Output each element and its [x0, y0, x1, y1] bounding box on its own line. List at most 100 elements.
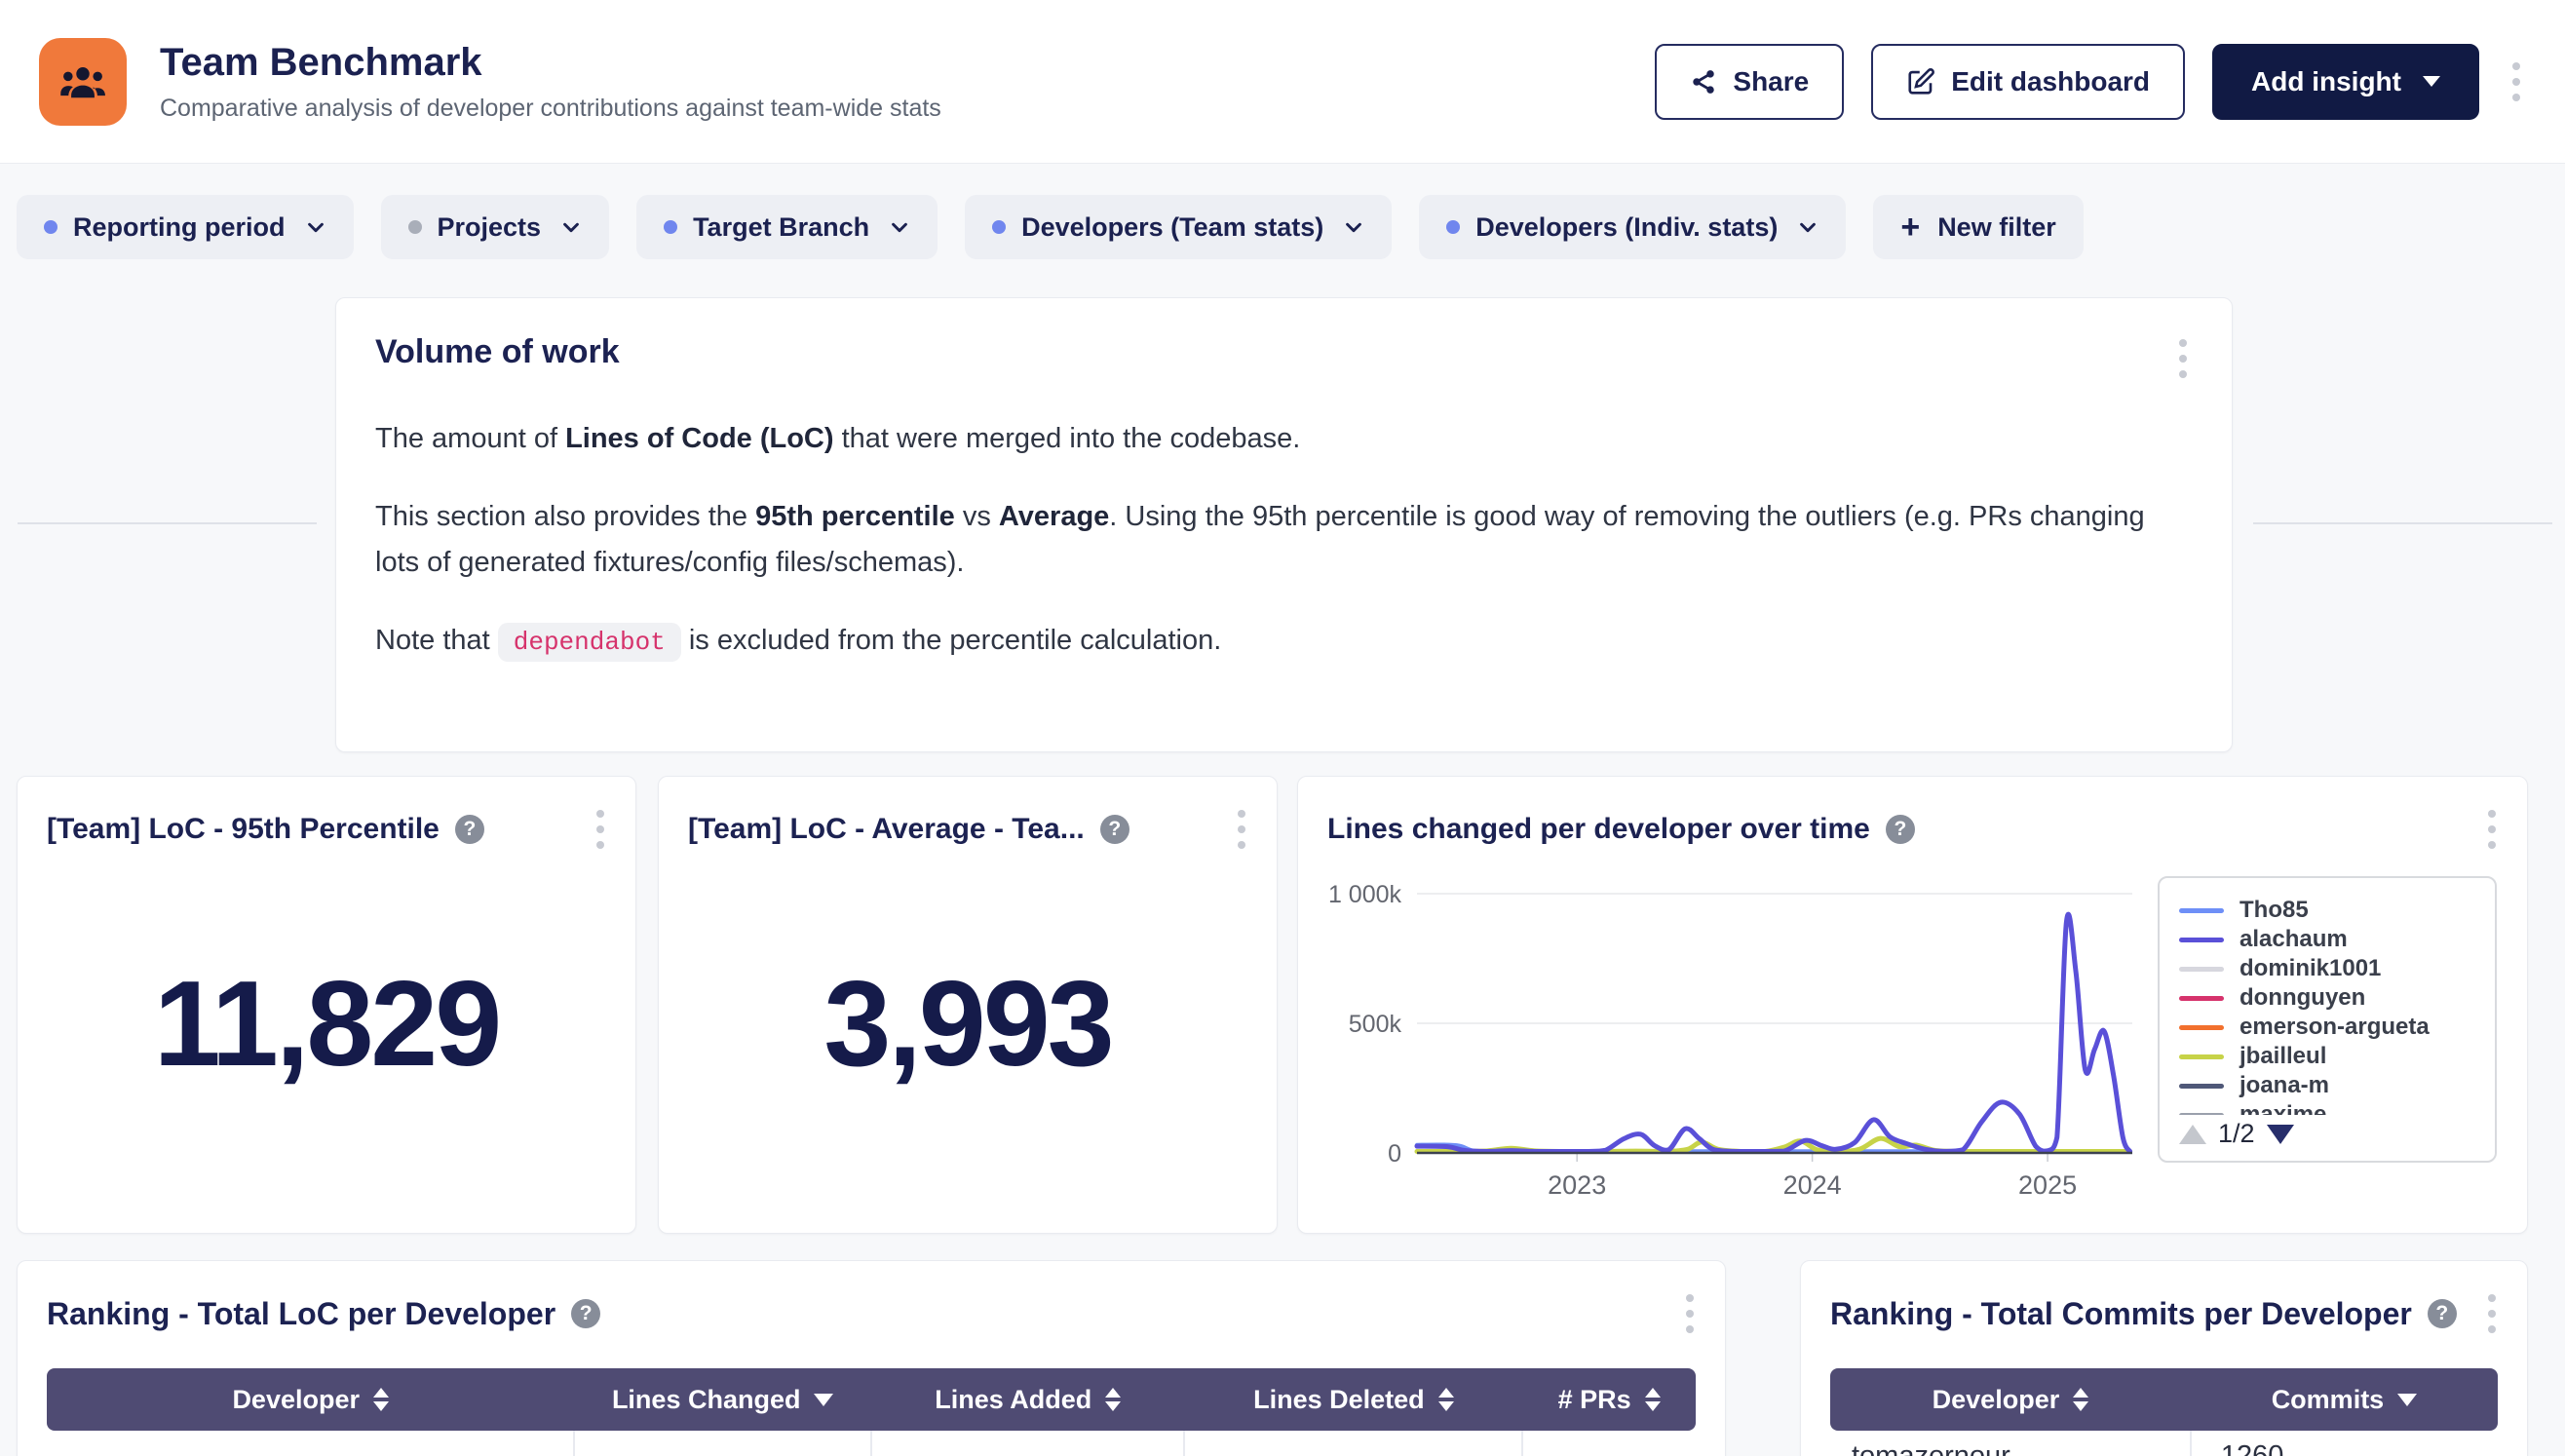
legend-item-alachaum[interactable]: alachaum [2179, 925, 2475, 954]
table-row[interactable] [47, 1431, 1696, 1456]
filter-chip-developers-indiv-stats-[interactable]: Developers (Indiv. stats) [1419, 195, 1846, 259]
table-cell [1522, 1431, 1696, 1456]
column-label: # PRs [1558, 1385, 1631, 1415]
filter-chip-developers-team-stats-[interactable]: Developers (Team stats) [965, 195, 1392, 259]
new-filter-label: New filter [1937, 212, 2056, 243]
ranking-card-head: Ranking - Total LoC per Developer ? [18, 1261, 1725, 1339]
ranking-loc-card: Ranking - Total LoC per Developer ? Deve… [17, 1260, 1726, 1456]
x-axis-tick-label: 2024 [1783, 1170, 1842, 1200]
table-cell: 1260 [2191, 1431, 2498, 1456]
line-chart[interactable]: 0500k1 000k202320242025 [1323, 880, 2148, 1202]
legend-item-dominik1001[interactable]: dominik1001 [2179, 954, 2475, 983]
edit-pencil-icon [1906, 67, 1935, 96]
chevron-down-icon [1797, 216, 1818, 238]
chart-card-kebab-menu[interactable] [2482, 804, 2502, 855]
metric-value: 11,829 [18, 855, 635, 1233]
sort-icon [1438, 1388, 1454, 1411]
help-icon[interactable]: ? [1886, 815, 1915, 844]
filter-status-dot [664, 220, 677, 234]
legend-series-name: Tho85 [2240, 897, 2309, 924]
add-insight-button[interactable]: Add insight [2212, 44, 2479, 120]
share-label: Share [1733, 66, 1809, 97]
filter-chip-label: Target Branch [693, 212, 869, 243]
help-icon[interactable]: ? [455, 815, 484, 844]
background-divider-left [18, 522, 317, 524]
volume-paragraph-2: This section also provides the 95th perc… [375, 494, 2159, 586]
ranking-loc-title: Ranking - Total LoC per Developer [47, 1296, 555, 1332]
column-header-lines-changed[interactable]: Lines Changed [574, 1368, 871, 1431]
ranking-card-kebab-menu[interactable] [1680, 1288, 1700, 1339]
x-axis-tick-label: 2025 [2018, 1170, 2077, 1200]
filter-status-dot [44, 220, 57, 234]
help-icon[interactable]: ? [571, 1299, 600, 1328]
legend-item-clipped: maxime [2179, 1100, 2475, 1115]
metric-card-kebab-menu[interactable] [591, 804, 610, 855]
legend-page-indicator: 1/2 [2218, 1119, 2255, 1149]
filter-chip-target-branch[interactable]: Target Branch [636, 195, 938, 259]
background-divider-right [2253, 522, 2552, 524]
sort-icon [373, 1388, 389, 1411]
sort-desc-icon [2397, 1394, 2417, 1406]
column-header-lines-deleted[interactable]: Lines Deleted [1184, 1368, 1522, 1431]
legend-swatch [2179, 908, 2224, 913]
edit-dashboard-button[interactable]: Edit dashboard [1871, 44, 2185, 120]
legend-item-donnguyen[interactable]: donnguyen [2179, 983, 2475, 1013]
share-button[interactable]: Share [1655, 44, 1844, 120]
column-label: Developer [232, 1385, 360, 1415]
help-icon[interactable]: ? [2428, 1299, 2457, 1328]
header-kebab-menu[interactable] [2507, 57, 2526, 107]
legend-item-jbailleul[interactable]: jbailleul [2179, 1042, 2475, 1071]
dashboard-screen: Team Benchmark Comparative analysis of d… [0, 0, 2565, 1456]
column-label: Lines Added [935, 1385, 1091, 1415]
volume-card-kebab-menu[interactable] [2173, 333, 2193, 384]
y-axis-tick-label: 500k [1349, 1011, 1402, 1038]
page-header: Team Benchmark Comparative analysis of d… [0, 0, 2565, 164]
edit-dashboard-label: Edit dashboard [1951, 66, 2150, 97]
column-header--prs[interactable]: # PRs [1522, 1368, 1696, 1431]
column-header-developer[interactable]: Developer [47, 1368, 574, 1431]
filter-status-dot [992, 220, 1006, 234]
y-axis-tick-label: 0 [1388, 1140, 1401, 1168]
sort-icon [1645, 1388, 1661, 1411]
sort-icon [2073, 1388, 2088, 1411]
help-icon[interactable]: ? [1100, 815, 1129, 844]
table-cell [1184, 1431, 1522, 1456]
legend-item-joana-m[interactable]: joana-m [2179, 1071, 2475, 1100]
chart-card-title: Lines changed per developer over time [1327, 813, 1870, 846]
volume-card-title: Volume of work [375, 333, 620, 371]
table-cell [47, 1431, 574, 1456]
legend-series-name: alachaum [2240, 926, 2348, 953]
filter-chip-reporting-period[interactable]: Reporting period [17, 195, 354, 259]
legend-page-up-icon[interactable] [2179, 1125, 2206, 1144]
ranking-card-kebab-menu[interactable] [2482, 1288, 2502, 1339]
metric-card-loc-average: [Team] LoC - Average - Tea... ? 3,993 [658, 776, 1278, 1234]
table-row[interactable]: tomazernour1260 [1830, 1431, 2498, 1456]
metric-card-loc-95th: [Team] LoC - 95th Percentile ? 11,829 [17, 776, 636, 1234]
filter-bar: Reporting period Projects Target Branch Dev… [17, 195, 2084, 259]
table-cell [574, 1431, 871, 1456]
volume-paragraph-1: The amount of Lines of Code (LoC) that w… [375, 416, 2159, 462]
legend-page-down-icon[interactable] [2267, 1125, 2294, 1144]
column-header-lines-added[interactable]: Lines Added [871, 1368, 1184, 1431]
column-header-developer[interactable]: Developer [1830, 1368, 2191, 1431]
legend-item-emerson-argueta[interactable]: emerson-argueta [2179, 1013, 2475, 1042]
chevron-down-icon [305, 216, 326, 238]
filter-chip-projects[interactable]: Projects [381, 195, 610, 259]
chevron-down-icon [1343, 216, 1364, 238]
chart-body: 0500k1 000k202320242025 Tho85alachaumdom… [1298, 855, 2527, 1202]
ranking-commits-card: Ranking - Total Commits per Developer ? … [1800, 1260, 2528, 1456]
legend-item-maxime[interactable]: maxime [2179, 1100, 2475, 1115]
filter-chip-label: Developers (Indiv. stats) [1475, 212, 1778, 243]
metric-card-title: [Team] LoC - Average - Tea... [688, 813, 1085, 846]
y-axis-tick-label: 1 000k [1328, 881, 1402, 908]
metric-card-kebab-menu[interactable] [1232, 804, 1251, 855]
table-cell [871, 1431, 1184, 1456]
dashboard-icon-tile [39, 38, 127, 126]
column-header-commits[interactable]: Commits [2191, 1368, 2498, 1431]
legend-series-name: emerson-argueta [2240, 1014, 2430, 1041]
legend-pager: 1/2 [2179, 1119, 2475, 1149]
filter-chip-label: Developers (Team stats) [1021, 212, 1323, 243]
legend-series-name: jbailleul [2240, 1043, 2326, 1070]
legend-item-tho85[interactable]: Tho85 [2179, 896, 2475, 925]
new-filter-button[interactable]: + New filter [1873, 195, 2083, 259]
